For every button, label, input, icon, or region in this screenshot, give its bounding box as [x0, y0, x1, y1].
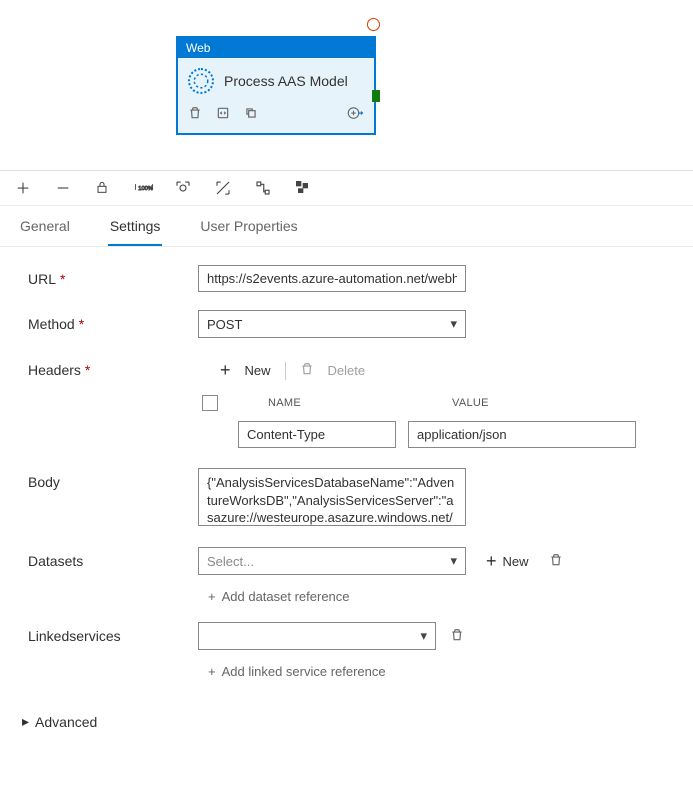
- validation-marker-icon: [367, 18, 380, 31]
- header-value-input[interactable]: [408, 421, 636, 448]
- svg-text:100%: 100%: [138, 186, 153, 192]
- headers-delete-button[interactable]: Delete: [328, 363, 366, 378]
- headers-new-button[interactable]: New: [245, 363, 271, 378]
- chevron-down-icon: ▾: [420, 628, 427, 644]
- zoom-out-icon[interactable]: [54, 179, 72, 197]
- method-label: Method: [28, 310, 198, 332]
- plus-icon: +: [208, 589, 216, 604]
- headers-label: Headers: [28, 356, 198, 378]
- url-input[interactable]: [198, 265, 466, 292]
- activity-body: Process AAS Model: [178, 58, 374, 100]
- success-connector[interactable]: [372, 90, 380, 102]
- activity-type-header: Web: [178, 38, 374, 58]
- datasets-label: Datasets: [28, 547, 198, 569]
- chevron-down-icon: ▾: [450, 316, 457, 332]
- layout-icon[interactable]: [294, 179, 312, 197]
- code-view-icon[interactable]: [216, 106, 230, 123]
- header-name-input[interactable]: [238, 421, 396, 448]
- chevron-down-icon: ▾: [450, 553, 457, 569]
- settings-form: URL Method POST ▾ Headers + New Delete: [0, 247, 693, 707]
- url-label: URL: [28, 265, 198, 287]
- body-label: Body: [28, 468, 198, 490]
- advanced-section-toggle[interactable]: ▸ Advanced: [0, 707, 693, 750]
- select-all-checkbox[interactable]: [202, 395, 218, 411]
- tab-user-properties[interactable]: User Properties: [198, 206, 299, 246]
- tab-settings[interactable]: Settings: [108, 206, 163, 246]
- add-output-icon[interactable]: [346, 104, 364, 125]
- linkedservice-select[interactable]: ▾: [198, 622, 436, 650]
- clone-icon[interactable]: [244, 106, 258, 123]
- tab-general[interactable]: General: [18, 206, 72, 246]
- plus-icon: +: [208, 664, 216, 679]
- method-value: POST: [207, 317, 242, 332]
- lock-icon[interactable]: [94, 179, 112, 197]
- datasets-delete-icon[interactable]: [549, 553, 563, 570]
- web-activity-card[interactable]: Web Process AAS Model: [176, 36, 376, 135]
- caret-right-icon: ▸: [22, 713, 29, 730]
- header-col-name: NAME: [268, 397, 438, 409]
- tabs: General Settings User Properties: [0, 206, 693, 247]
- add-dataset-reference[interactable]: + Add dataset reference: [208, 589, 665, 604]
- delete-activity-icon[interactable]: [188, 106, 202, 123]
- zoom-100-icon[interactable]: 100%: [134, 179, 152, 197]
- linkedservices-label: Linkedservices: [28, 622, 198, 644]
- linkedservice-delete-icon[interactable]: [450, 628, 464, 645]
- datasets-placeholder: Select...: [207, 554, 254, 569]
- add-linkedservice-reference[interactable]: + Add linked service reference: [208, 664, 665, 679]
- datasets-select[interactable]: Select... ▾: [198, 547, 466, 575]
- pipeline-canvas[interactable]: Web Process AAS Model: [0, 0, 693, 170]
- divider: [285, 362, 286, 380]
- plus-icon: +: [486, 551, 497, 572]
- zoom-fit-icon[interactable]: [174, 179, 192, 197]
- zoom-in-icon[interactable]: [14, 179, 32, 197]
- datasets-new-button[interactable]: + New: [486, 551, 529, 572]
- method-select[interactable]: POST ▾: [198, 310, 466, 338]
- fullscreen-icon[interactable]: [214, 179, 232, 197]
- trash-icon: [300, 362, 314, 379]
- web-activity-icon: [188, 68, 214, 94]
- canvas-toolbar: 100%: [0, 170, 693, 206]
- activity-title: Process AAS Model: [224, 73, 348, 89]
- auto-align-icon[interactable]: [254, 179, 272, 197]
- header-col-value: VALUE: [452, 397, 489, 409]
- plus-icon: +: [220, 360, 231, 381]
- body-textarea[interactable]: [198, 468, 466, 526]
